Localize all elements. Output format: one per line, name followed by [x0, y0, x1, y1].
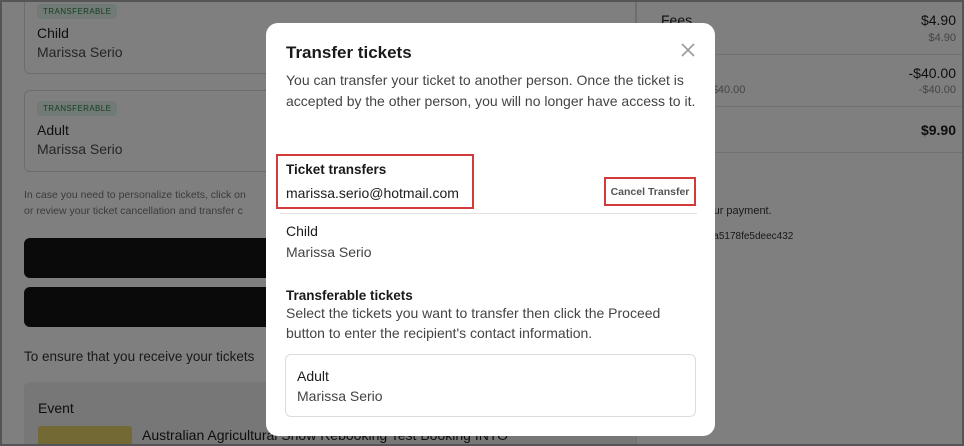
divider — [280, 213, 697, 214]
transferred-ticket-type: Child — [286, 223, 318, 239]
cancel-transfer-button[interactable]: Cancel Transfer — [606, 179, 694, 204]
dialog-description: You can transfer your ticket to another … — [286, 72, 696, 109]
transferable-tickets-heading: Transferable tickets — [286, 288, 413, 303]
transferred-ticket-holder: Marissa Serio — [286, 244, 372, 260]
transfer-recipient-email: marissa.serio@hotmail.com — [286, 185, 459, 201]
ticket-type: Adult — [297, 368, 329, 384]
page-frame: TRANSFERABLE Child Marissa Serio TRANSFE… — [0, 0, 964, 446]
close-icon[interactable] — [679, 41, 697, 59]
ticket-transfers-heading: Ticket transfers — [286, 162, 387, 177]
close-icon-svg — [681, 43, 695, 57]
transfer-tickets-dialog: Transfer tickets You can transfer your t… — [266, 23, 715, 436]
ticket-holder: Marissa Serio — [297, 388, 383, 404]
transferable-ticket-option[interactable]: Adult Marissa Serio — [285, 354, 696, 417]
dialog-title: Transfer tickets — [286, 43, 412, 62]
transferable-tickets-description: Select the tickets you want to transfer … — [286, 305, 661, 341]
